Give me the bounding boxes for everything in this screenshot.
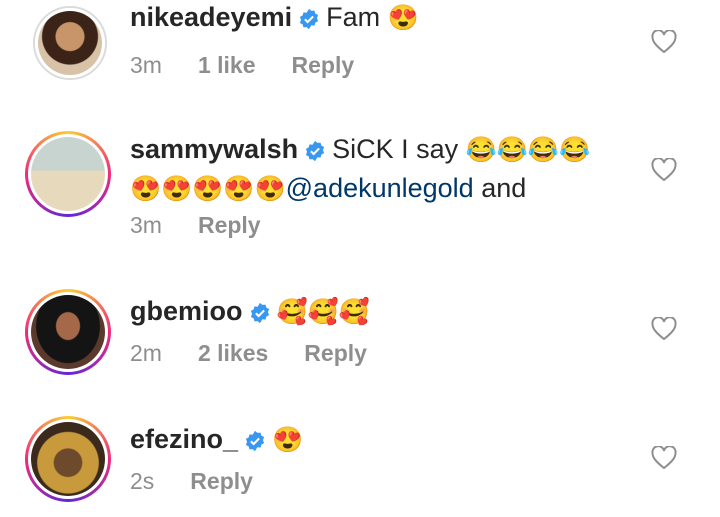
comment-text: Fam — [326, 2, 381, 32]
comment-item: nikeadeyemi Fam 😍 3m 1 like Reply — [0, 0, 720, 110]
comment-text-after: and — [473, 173, 527, 203]
comment-likes[interactable]: 2 likes — [198, 340, 268, 366]
reply-button[interactable]: Reply — [198, 212, 261, 238]
heart-outline-icon[interactable] — [651, 158, 677, 182]
comment-time: 2m — [130, 340, 162, 366]
comment-text: SiCK I say — [332, 134, 459, 164]
comment-username[interactable]: efezino_ — [130, 424, 238, 454]
verified-badge-icon — [250, 302, 269, 324]
heart-eyes-emoji: 😍 — [387, 4, 419, 32]
comment-time: 3m — [130, 52, 162, 78]
avatar[interactable] — [25, 289, 111, 375]
comment-item: gbemioo 🥰🥰🥰 2m 2 likes Reply — [0, 280, 720, 390]
comment-username[interactable]: gbemioo — [130, 296, 243, 326]
reply-button[interactable]: Reply — [190, 468, 253, 494]
tears-of-joy-emoji: 😂😂😂😂 — [465, 136, 591, 164]
comment-time: 2s — [130, 468, 155, 494]
comment-likes[interactable]: 1 like — [198, 52, 256, 78]
heart-eyes-emoji: 😍 — [272, 426, 304, 454]
heart-outline-icon[interactable] — [651, 446, 677, 470]
reply-button[interactable]: Reply — [304, 340, 367, 366]
heart-eyes-emoji: 😍😍😍😍😍 — [130, 175, 286, 203]
heart-outline-icon[interactable] — [651, 317, 677, 341]
mention-link[interactable]: @adekunlegold — [286, 173, 474, 203]
comment-username[interactable]: sammywalsh — [130, 134, 298, 164]
heart-outline-icon[interactable] — [651, 30, 677, 54]
comment-time: 3m — [130, 212, 162, 238]
comment-item: sammywalsh SiCK I say 😂😂😂😂 😍😍😍😍😍@adekunle… — [0, 118, 720, 268]
verified-badge-icon — [306, 140, 325, 162]
comment-username[interactable]: nikeadeyemi — [130, 2, 292, 32]
smiling-hearts-emoji: 🥰🥰🥰 — [276, 298, 370, 326]
reply-button[interactable]: Reply — [292, 52, 355, 78]
comment-item: efezino_ 😍 2s Reply — [0, 408, 720, 517]
verified-badge-icon — [300, 8, 319, 30]
verified-badge-icon — [245, 430, 265, 452]
avatar[interactable] — [25, 416, 111, 502]
avatar[interactable] — [33, 6, 107, 80]
avatar[interactable] — [25, 131, 111, 217]
